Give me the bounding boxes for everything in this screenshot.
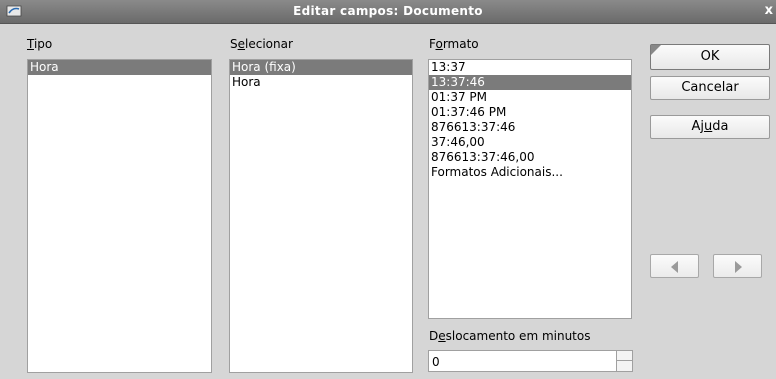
offset-value: 0 [432,355,440,369]
tipo-list[interactable]: Hora [27,59,212,373]
help-button[interactable]: Ajuda [650,115,770,139]
selecionar-list-item[interactable]: Hora (fixa) [230,60,412,75]
help-button-label: Ajuda [691,119,729,134]
cancel-button-label: Cancelar [681,80,739,95]
spin-down-button[interactable] [617,361,632,371]
previous-button[interactable] [650,254,699,278]
formato-list-item[interactable]: 01:37 PM [429,90,631,105]
formato-list-item[interactable]: 37:46,00 [429,135,631,150]
formato-list-item[interactable]: 01:37:46 PM [429,105,631,120]
selecionar-list-item[interactable]: Hora [230,75,412,90]
offset-spinbox[interactable]: 0 [428,350,633,372]
arrow-left-icon [671,261,678,273]
formato-label: Formato [429,37,479,51]
ok-button[interactable]: OK [650,44,770,70]
offset-spin-buttons [616,351,632,371]
formato-list-item[interactable]: 13:37:46 [429,75,631,90]
formato-list-item[interactable]: Formatos Adicionais... [429,165,631,180]
next-button[interactable] [713,254,762,278]
tipo-label: Tipo [27,37,53,51]
tipo-list-item[interactable]: Hora [28,60,211,75]
arrow-right-icon [735,261,742,273]
default-button-indicator [651,45,661,55]
selecionar-list[interactable]: Hora (fixa) Hora [229,59,413,373]
offset-label: Deslocamento em minutos [429,329,591,343]
formato-list-item[interactable]: 876613:37:46 [429,120,631,135]
window-title: Editar campos: Documento [293,4,483,18]
cancel-button[interactable]: Cancelar [650,76,770,100]
title-bar: Editar campos: Documento x [0,0,776,24]
selecionar-label: Selecionar [230,37,293,51]
formato-list-item[interactable]: 13:37 [429,60,631,75]
spin-up-button[interactable] [617,351,632,361]
formato-list[interactable]: 13:37 13:37:46 01:37 PM 01:37:46 PM 876613:3… [428,59,632,319]
ok-button-label: OK [700,49,720,64]
close-icon[interactable]: x [765,3,773,18]
formato-list-item[interactable]: 876613:37:46,00 [429,150,631,165]
